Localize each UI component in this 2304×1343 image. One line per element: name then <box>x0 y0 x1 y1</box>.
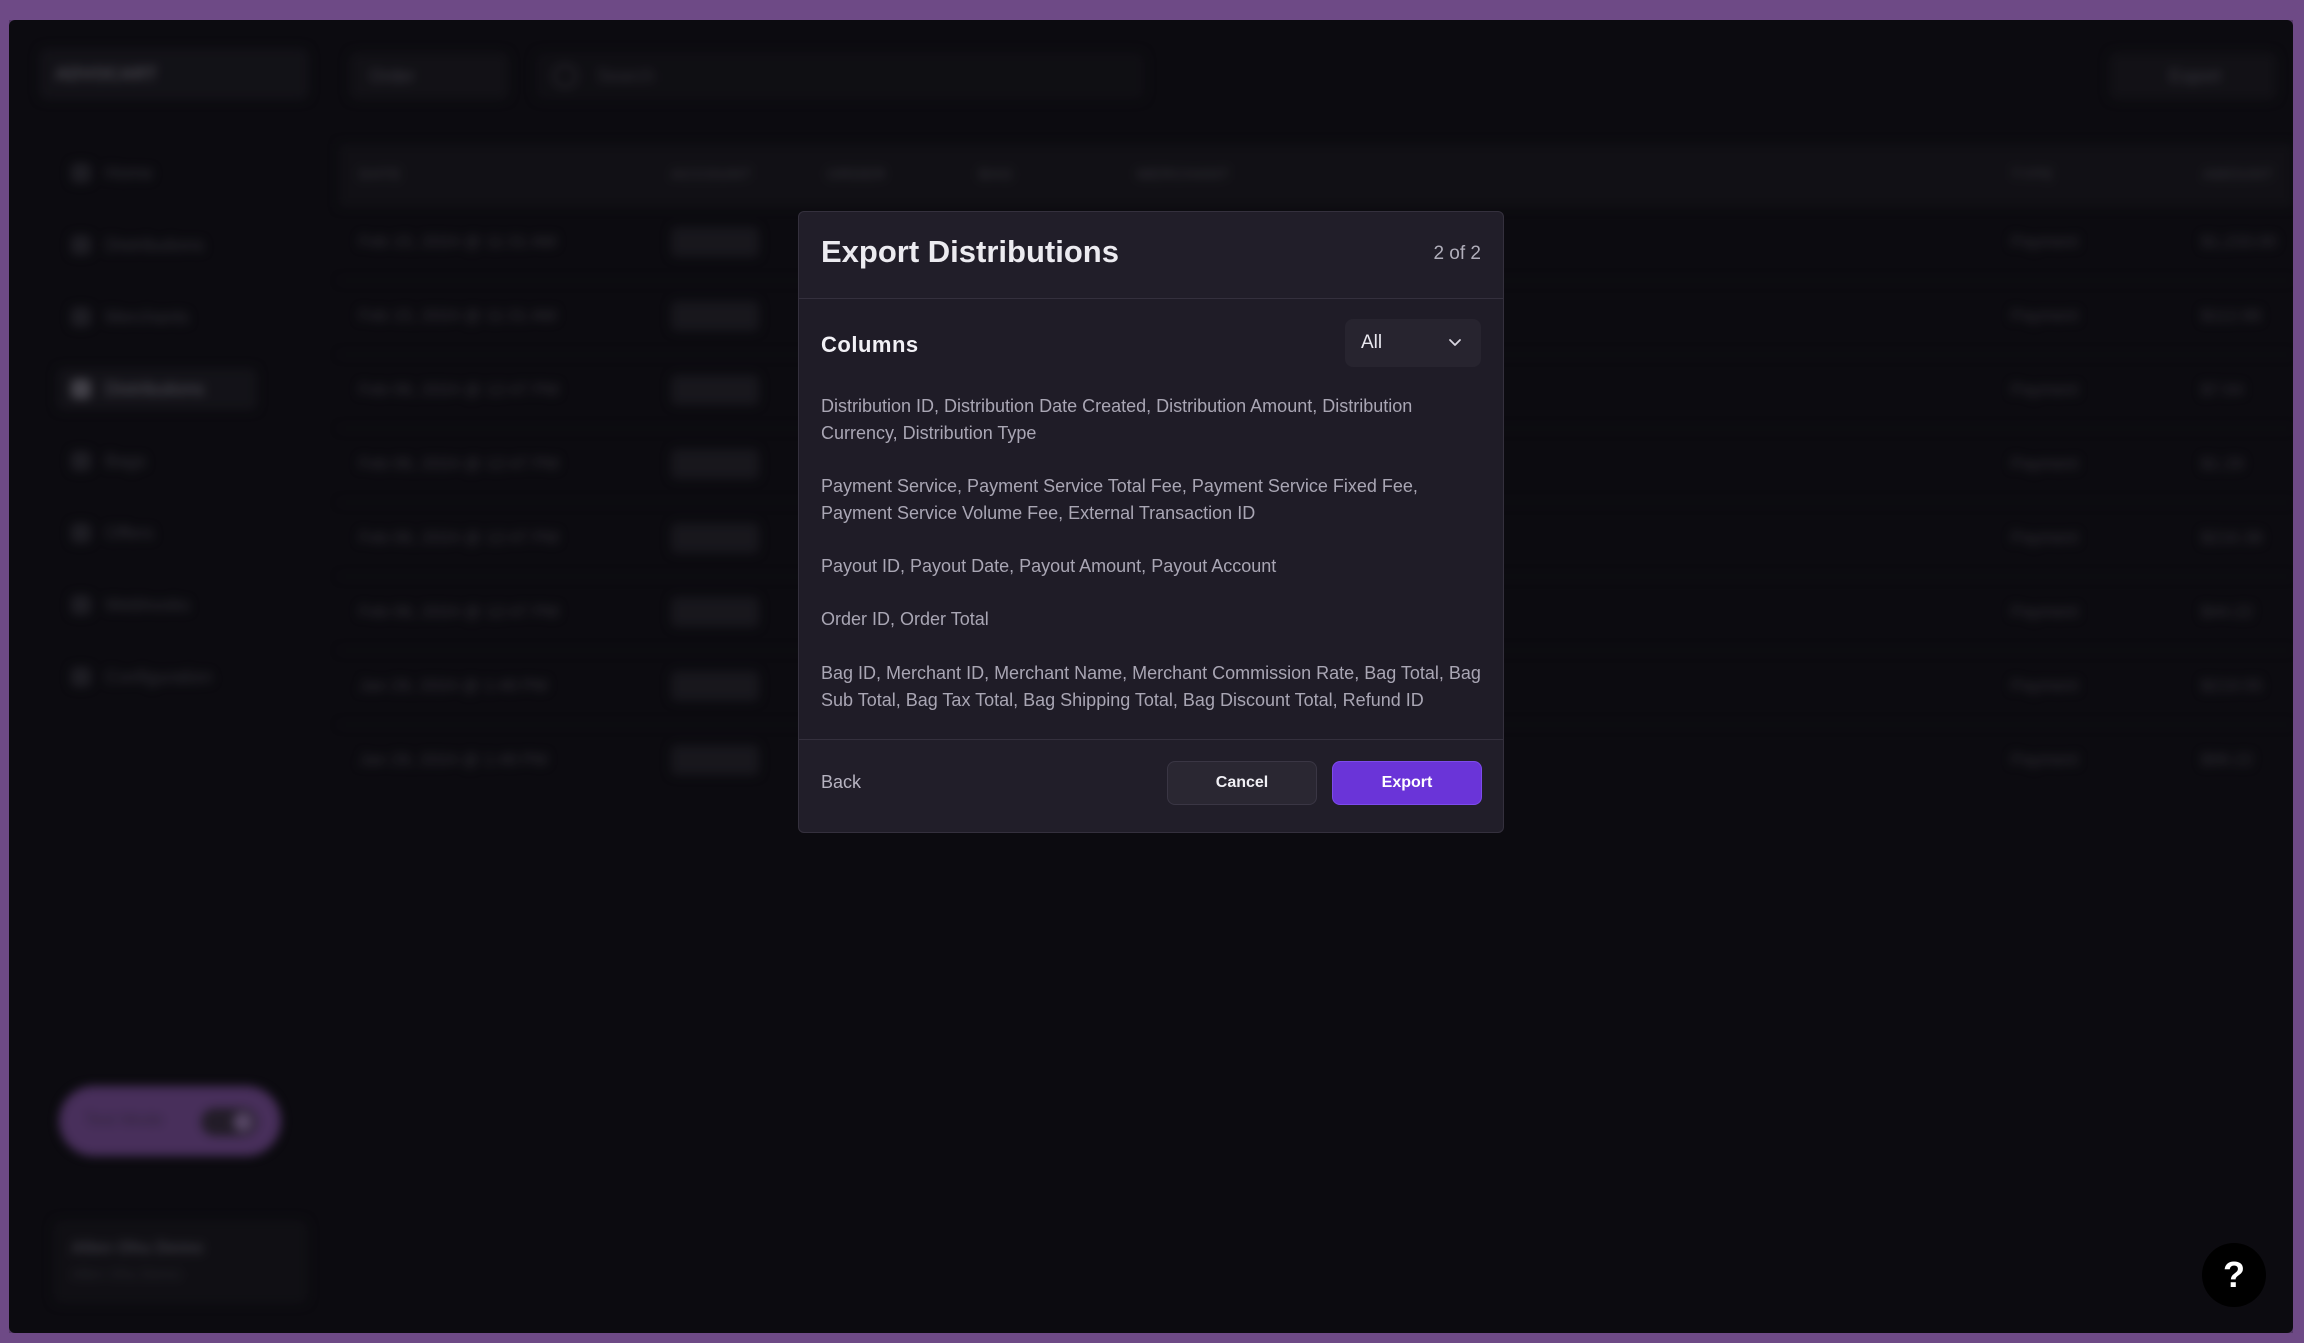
columns-filter-value: All <box>1361 332 1383 353</box>
help-button[interactable]: ? <box>2202 1243 2266 1307</box>
columns-label: Columns <box>821 332 919 357</box>
dialog-title: Export Distributions <box>821 234 1119 269</box>
dialog-header: Export Distributions 2 of 2 <box>799 212 1503 299</box>
column-group-bag: Bag ID, Merchant ID, Merchant Name, Merc… <box>821 663 1481 710</box>
export-button[interactable]: Export <box>1332 761 1482 805</box>
columns-filter-select[interactable]: All <box>1345 319 1481 367</box>
back-button[interactable]: Back <box>821 772 861 793</box>
cancel-button[interactable]: Cancel <box>1167 761 1317 805</box>
column-group-distribution: Distribution ID, Distribution Date Creat… <box>821 396 1413 443</box>
dialog-footer: Back Cancel Export <box>799 739 1503 833</box>
dialog-body: Columns All Distribution ID, Distributio… <box>799 299 1503 739</box>
column-group-order: Order ID, Order Total <box>821 609 989 629</box>
column-group-payout: Payout ID, Payout Date, Payout Amount, P… <box>821 556 1277 576</box>
step-indicator: 2 of 2 <box>1433 243 1481 264</box>
column-group-payment-service: Payment Service, Payment Service Total F… <box>821 476 1418 523</box>
export-distributions-dialog: Export Distributions 2 of 2 Columns All … <box>798 211 1504 833</box>
chevron-down-icon <box>1449 339 1461 346</box>
